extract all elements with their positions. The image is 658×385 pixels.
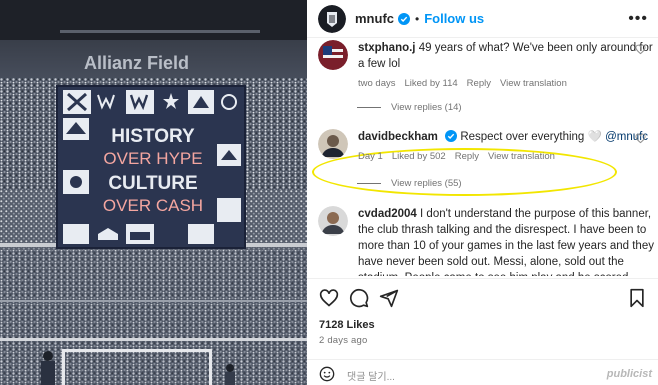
post-header: mnufc • Follow us •••: [307, 0, 658, 38]
comment-text: Respect over everything: [460, 131, 585, 143]
replies-line: [357, 107, 381, 108]
verified-badge-icon: [398, 12, 410, 25]
comment-meta: Day 1 Liked by 502 Reply View translation: [358, 149, 654, 165]
post-photo[interactable]: Allianz Field HISTORY OVER HYPE CULTURE …: [0, 0, 307, 385]
comment-time: two days: [358, 78, 396, 89]
verified-badge-icon: [445, 130, 458, 142]
commenter-avatar[interactable]: [318, 129, 348, 159]
comment-icon[interactable]: [349, 288, 369, 308]
heart-icon[interactable]: [319, 288, 339, 308]
comments-list[interactable]: stxphano.j 49 years of what? We've been …: [307, 38, 658, 276]
comment-meta: two days Liked by 114 Reply View translatio…: [358, 76, 654, 92]
banner-line-2: OVER HYPE: [103, 149, 202, 168]
stadium-sign: Allianz Field: [84, 53, 189, 73]
banner-line-1: HISTORY: [111, 126, 195, 147]
post-side-panel: mnufc • Follow us ••• stxphano.j 49 year…: [307, 0, 658, 385]
stadium-photo-illustration: Allianz Field HISTORY OVER HYPE CULTURE …: [0, 0, 307, 385]
view-translation-button[interactable]: View translation: [488, 151, 555, 162]
comment-like-icon[interactable]: [635, 44, 646, 55]
comment-time: Day 1: [358, 151, 383, 162]
account-username[interactable]: mnufc: [355, 11, 394, 26]
view-replies-button[interactable]: View replies (14): [357, 102, 462, 113]
tifo-banner: HISTORY OVER HYPE CULTURE OVER CASH: [56, 85, 246, 249]
commenter-avatar[interactable]: [318, 206, 348, 236]
share-icon[interactable]: [379, 288, 399, 308]
reply-button[interactable]: Reply: [455, 151, 479, 162]
post-timestamp: 2 days ago: [319, 335, 368, 346]
emoji-icon[interactable]: [319, 366, 335, 382]
view-replies-label: View replies (55): [391, 178, 462, 189]
view-replies-label: View replies (14): [391, 102, 462, 113]
comment-username[interactable]: stxphano.j: [358, 42, 416, 54]
comment-input[interactable]: 댓글 달기...: [347, 368, 395, 383]
commenter-avatar[interactable]: [318, 40, 348, 70]
separator-dot: •: [415, 11, 420, 26]
comment-username[interactable]: cvdad2004: [358, 208, 417, 220]
account-avatar[interactable]: [318, 4, 346, 33]
likes-count[interactable]: 7128 Likes: [319, 319, 375, 331]
reply-button[interactable]: Reply: [467, 78, 491, 89]
watermark: publicist: [606, 368, 652, 380]
view-replies-button[interactable]: View replies (55): [357, 178, 462, 189]
comment-likes[interactable]: Liked by 502: [392, 151, 446, 162]
banner-line-4: OVER CASH: [103, 196, 203, 215]
comment-username[interactable]: davidbeckham: [358, 131, 438, 143]
post-actions: 7128 Likes 2 days ago 댓글 달기...: [307, 278, 658, 383]
replies-line: [357, 183, 381, 184]
comment-likes[interactable]: Liked by 114: [405, 78, 458, 89]
view-translation-button[interactable]: View translation: [500, 78, 567, 89]
follow-button[interactable]: Follow us: [424, 11, 484, 26]
bookmark-icon[interactable]: [627, 288, 647, 308]
add-comment-bar: 댓글 달기...: [307, 359, 658, 385]
comment-like-icon[interactable]: [635, 133, 646, 144]
comment-emoji: 🤍: [587, 131, 602, 143]
more-options-icon[interactable]: •••: [628, 10, 648, 28]
banner-line-3: CULTURE: [108, 173, 197, 194]
